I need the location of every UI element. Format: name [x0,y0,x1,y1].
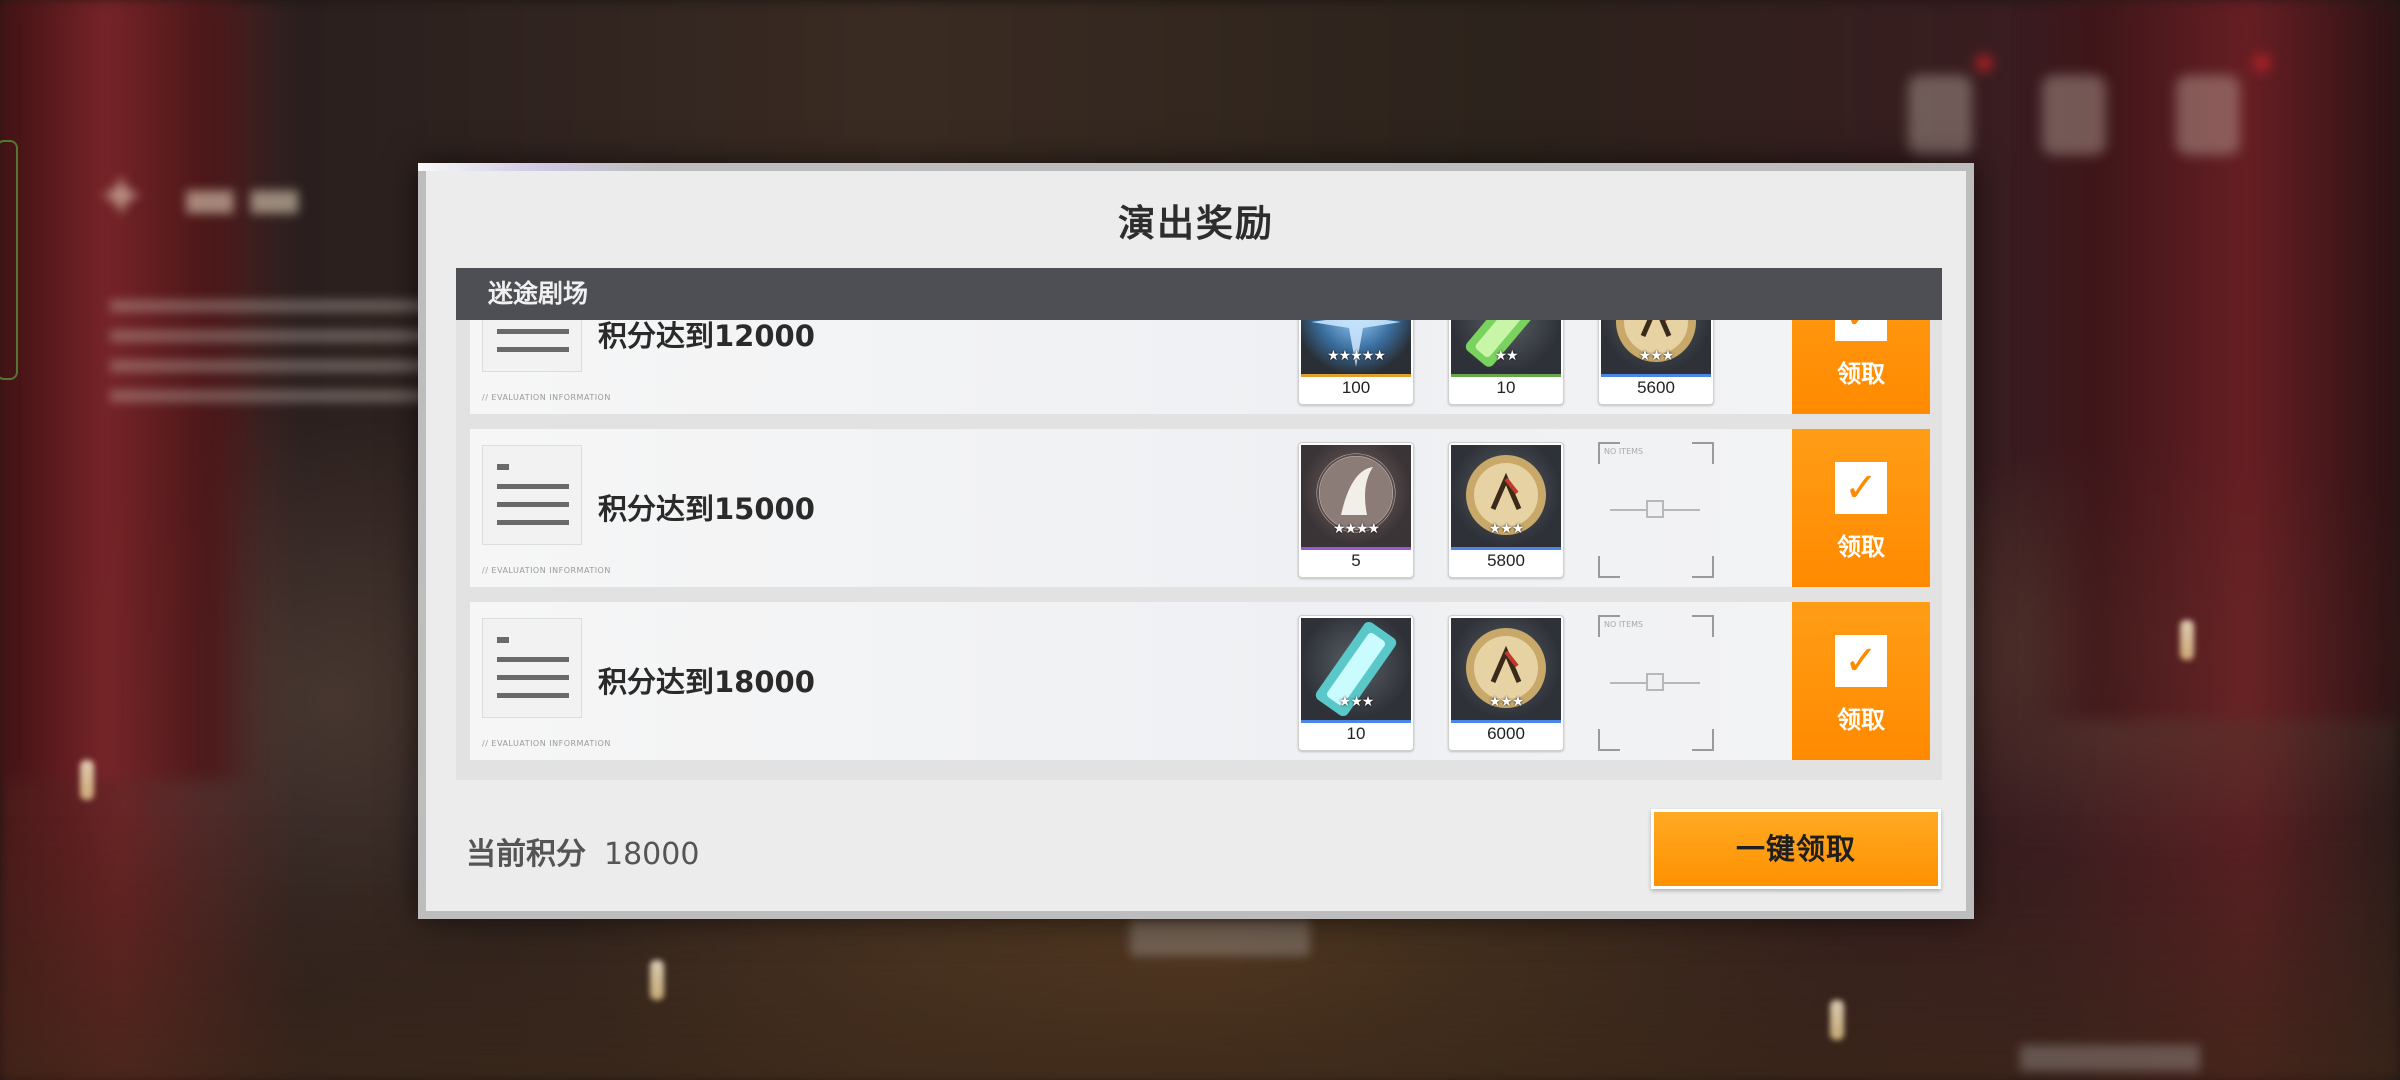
background-left-frame [0,140,18,380]
background-logo: ✦ ▬▬ [95,160,310,233]
green-canister-icon [1451,320,1561,374]
reward-item-cyan-canister[interactable]: ★★★ 10 [1298,615,1414,751]
reward-list[interactable]: 积分达到12000 // EVALUATION INFORMATION ★★★★… [456,320,1942,780]
check-icon: ✓ [1844,465,1878,511]
document-icon [482,445,582,545]
reward-quantity: 5600 [1637,378,1675,397]
checkbox-icon: ✓ [1835,462,1887,514]
checkbox-icon: ✓ [1835,635,1887,687]
empty-reward-slot: NO ITEMS [1598,615,1714,751]
rarity-bar [1301,547,1411,550]
background-top-icons [1908,55,2270,155]
dialog-title: 演出奖励 [1118,202,1274,245]
reward-item-gold-coin[interactable]: ★★★ 5800 [1448,442,1564,578]
reward-quantity: 10 [1496,378,1516,397]
candle-icon [650,960,664,1000]
empty-slot-text: NO ITEMS [1604,620,1644,629]
claim-label: 领取 [1837,706,1885,734]
rarity-bar [1301,720,1411,723]
reward-quantity: 10 [1346,724,1366,743]
claim-label: 领取 [1837,533,1885,561]
notification-dot-icon [1976,55,1992,71]
background-icon-2 [2042,75,2106,155]
background-bottom-right-text [2020,1045,2200,1071]
reward-dialog: 演出奖励 迷途剧场 积分达到12000 // EVALUATION INFORM… [418,163,1974,919]
claim-all-button[interactable]: 一键领取 [1651,809,1941,889]
gold-coin-icon [1601,320,1711,374]
checkbox-icon: ✓ [1835,320,1887,341]
candle-icon [80,760,94,800]
check-icon: ✓ [1844,638,1878,684]
reward-quantity: 6000 [1487,724,1525,743]
reward-item-blue-crystal[interactable]: ★★★★★ 100 [1298,320,1414,405]
reward-quantity: 100 [1341,378,1371,397]
rarity-stars: ★★ [1494,348,1518,364]
reward-row: 积分达到12000 // EVALUATION INFORMATION ★★★★… [470,320,1930,414]
background-icon-3 [2176,55,2270,155]
rarity-stars: ★★★ [1488,521,1525,537]
row-label: 积分达到15000 [598,492,815,526]
current-score: 当前积分 18000 [466,829,699,873]
candle-icon [1830,1000,1844,1040]
rarity-bar [1451,374,1561,377]
claim-button[interactable]: ✓ 领取 [1792,320,1930,414]
rarity-stars: ★★★★★ [1327,348,1386,364]
evaluation-info-text: // EVALUATION INFORMATION [482,739,611,748]
reward-quantity: 5 [1351,551,1361,570]
rarity-bar [1451,720,1561,723]
reward-item-green-canister[interactable]: ★★ 10 [1448,320,1564,405]
background-icon-1 [1908,55,1992,155]
background-bottom-bar [1130,920,1310,956]
rarity-stars: ★★★ [1488,694,1525,710]
notification-dot-icon [2254,55,2270,71]
score-value: 18000 [604,837,700,872]
row-label: 积分达到12000 [598,320,815,353]
reward-item-character-token[interactable]: ★★★★ 5 [1298,442,1414,578]
score-label: 当前积分 [466,837,586,872]
reward-row: 积分达到15000 // EVALUATION INFORMATION ★★★★… [470,429,1930,587]
reward-quantity: 5800 [1487,551,1525,570]
document-icon [482,320,582,372]
blue-crystal-icon [1301,320,1411,374]
background-text-block [110,300,430,410]
empty-reward-slot: NO ITEMS [1598,442,1714,578]
rarity-bar [1301,374,1411,377]
rarity-bar [1451,547,1561,550]
claim-button[interactable]: ✓ 领取 [1792,429,1930,587]
claim-button[interactable]: ✓ 领取 [1792,602,1930,760]
evaluation-info-text: // EVALUATION INFORMATION [482,393,611,402]
rarity-stars: ★★★ [1338,694,1375,710]
rarity-bar [1601,374,1711,377]
claim-label: 领取 [1837,360,1885,388]
empty-slot-text: NO ITEMS [1604,447,1644,456]
rarity-stars: ★★★ [1638,348,1675,364]
rarity-stars: ★★★★ [1332,521,1380,537]
check-icon: ✓ [1835,320,1887,341]
reward-item-gold-coin[interactable]: ★★★ 5600 [1598,320,1714,405]
document-icon [482,618,582,718]
reward-item-gold-coin[interactable]: ★★★ 6000 [1448,615,1564,751]
row-label: 积分达到18000 [598,665,815,699]
section-header: 迷途剧场 [456,268,1942,320]
candle-icon [2180,620,2194,660]
evaluation-info-text: // EVALUATION INFORMATION [482,566,611,575]
reward-row: 积分达到18000 // EVALUATION INFORMATION ★★★ … [470,602,1930,760]
